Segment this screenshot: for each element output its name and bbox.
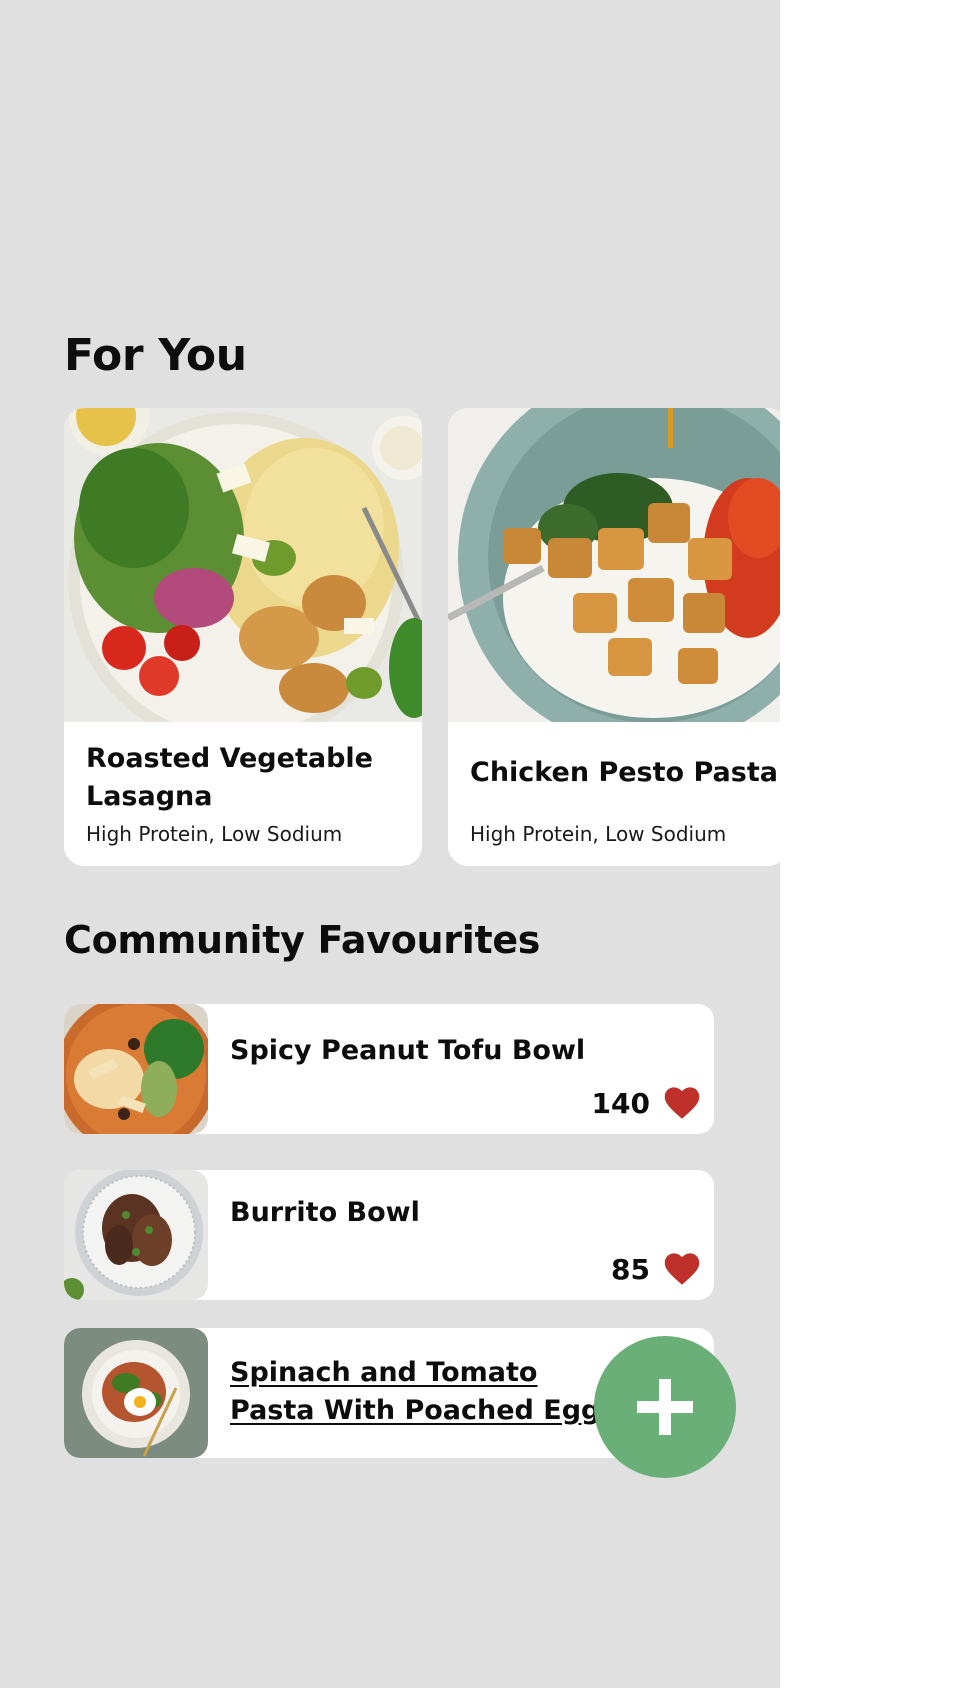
recipe-name: Chicken Pesto Pasta xyxy=(470,757,778,788)
community-favourites-title: Community Favourites xyxy=(64,918,541,962)
favourite-name: Burrito Bowl xyxy=(230,1197,420,1228)
heart-icon[interactable] xyxy=(664,1252,700,1286)
recipe-image xyxy=(448,408,780,722)
favourite-item-spicy-peanut-tofu-bowl[interactable]: Spicy Peanut Tofu Bowl 140 xyxy=(64,1004,714,1134)
add-recipe-button[interactable] xyxy=(594,1336,736,1478)
favourite-item-burrito-bowl[interactable]: Burrito Bowl 85 xyxy=(64,1170,714,1300)
pasta-salad-bowl-photo xyxy=(64,408,422,722)
like-count: 140 xyxy=(591,1086,650,1120)
favourite-name: Spicy Peanut Tofu Bowl xyxy=(230,1035,586,1066)
for-you-title: For You xyxy=(64,330,247,381)
app-screen: For You Roasted Vegetable Lasagna High P… xyxy=(0,0,780,1688)
tofu-rice-bowl-photo xyxy=(448,408,780,722)
recipe-image xyxy=(64,408,422,722)
recipe-card-roasted-vegetable-lasagna[interactable]: Roasted Vegetable Lasagna High Protein, … xyxy=(64,408,422,866)
like-group[interactable]: 85 xyxy=(611,1252,700,1286)
favourite-thumbnail xyxy=(64,1328,208,1458)
pasta-egg-photo xyxy=(64,1328,208,1458)
plus-icon xyxy=(637,1379,693,1435)
like-group[interactable]: 140 xyxy=(592,1086,700,1120)
favourite-name-link[interactable]: Spinach and Tomato Pasta With Poached Eg… xyxy=(230,1354,610,1430)
recipe-tags: High Protein, Low Sodium xyxy=(86,822,343,846)
like-count: 85 xyxy=(611,1252,650,1286)
favourite-thumbnail xyxy=(64,1170,208,1300)
mushroom-plate-photo xyxy=(64,1170,208,1300)
recipe-card-chicken-pesto-pasta[interactable]: Chicken Pesto Pasta High Protein, Low So… xyxy=(448,408,780,866)
noodle-soup-photo xyxy=(64,1004,208,1134)
favourite-thumbnail xyxy=(64,1004,208,1134)
heart-icon[interactable] xyxy=(664,1086,700,1120)
recipe-name: Roasted Vegetable Lasagna xyxy=(86,743,373,812)
recipe-tags: High Protein, Low Sodium xyxy=(470,822,727,846)
